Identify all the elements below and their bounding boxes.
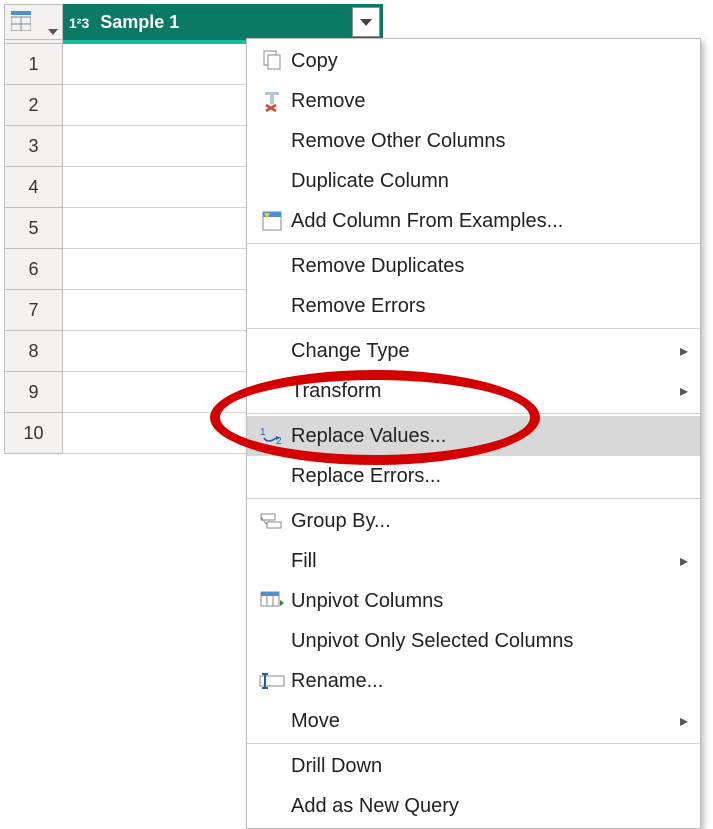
menu-item-label: Duplicate Column: [291, 170, 670, 193]
menu-item-label: Change Type: [291, 340, 670, 363]
menu-item-label: Remove Other Columns: [291, 130, 670, 153]
menu-item-label: Group By...: [291, 510, 670, 533]
row-header[interactable]: 7: [5, 290, 63, 331]
menu-item-duplicate[interactable]: Duplicate Column: [247, 161, 700, 201]
menu-item-fill[interactable]: Fill▸: [247, 541, 700, 581]
row-header[interactable]: 6: [5, 249, 63, 290]
menu-separator: [247, 498, 700, 499]
menu-item-label: Remove Duplicates: [291, 255, 670, 278]
table-icon: [11, 11, 31, 31]
replace-icon: 12: [253, 426, 291, 446]
menu-item-unpivot_sel[interactable]: Unpivot Only Selected Columns: [247, 621, 700, 661]
menu-item-label: Copy: [291, 50, 670, 73]
menu-item-remove_dups[interactable]: Remove Duplicates: [247, 246, 700, 286]
menu-item-drill[interactable]: Drill Down: [247, 746, 700, 786]
svg-text:1: 1: [260, 427, 266, 438]
copy-icon: [253, 50, 291, 72]
menu-separator: [247, 413, 700, 414]
menu-item-replace_errors[interactable]: Replace Errors...: [247, 456, 700, 496]
menu-item-remove_errors[interactable]: Remove Errors: [247, 286, 700, 326]
menu-item-label: Transform: [291, 380, 670, 403]
submenu-arrow-icon: ▸: [670, 551, 688, 571]
row-header[interactable]: 4: [5, 167, 63, 208]
unpivot-icon: [253, 591, 291, 611]
menu-item-transform[interactable]: Transform▸: [247, 371, 700, 411]
row-header[interactable]: 1: [5, 44, 63, 85]
menu-separator: [247, 743, 700, 744]
menu-item-label: Replace Values...: [291, 425, 670, 448]
column-filter-button[interactable]: [352, 7, 380, 37]
menu-item-rename[interactable]: Rename...: [247, 661, 700, 701]
row-header[interactable]: 8: [5, 331, 63, 372]
group-icon: [253, 511, 291, 531]
menu-item-label: Add as New Query: [291, 795, 670, 818]
rename-icon: [253, 673, 291, 689]
menu-item-label: Remove Errors: [291, 295, 670, 318]
menu-item-add_examples[interactable]: Add Column From Examples...: [247, 201, 700, 241]
chevron-down-icon: [360, 19, 372, 26]
column-header-label: Sample 1: [100, 12, 179, 32]
submenu-arrow-icon: ▸: [670, 381, 688, 401]
row-header[interactable]: 10: [5, 413, 63, 454]
column-context-menu: Copy Remove Remove Other Columns Duplicate …: [246, 38, 701, 829]
menu-item-new_query[interactable]: Add as New Query: [247, 786, 700, 826]
menu-item-unpivot[interactable]: Unpivot Columns: [247, 581, 700, 621]
row-header[interactable]: 5: [5, 208, 63, 249]
menu-separator: [247, 328, 700, 329]
menu-item-label: Remove: [291, 90, 670, 113]
row-header[interactable]: 2: [5, 85, 63, 126]
select-all-cell[interactable]: [5, 5, 63, 40]
remove-icon: [253, 90, 291, 112]
menu-item-label: Fill: [291, 550, 670, 573]
menu-item-remove[interactable]: Remove: [247, 81, 700, 121]
menu-item-move[interactable]: Move▸: [247, 701, 700, 741]
menu-item-label: Unpivot Columns: [291, 590, 670, 613]
add-examples-icon: [253, 210, 291, 232]
menu-item-label: Rename...: [291, 670, 670, 693]
menu-item-replace_values[interactable]: 12Replace Values...: [247, 416, 700, 456]
number-type-icon: 1²3: [69, 15, 89, 31]
menu-item-label: Add Column From Examples...: [291, 210, 670, 233]
menu-item-label: Move: [291, 710, 670, 733]
submenu-arrow-icon: ▸: [670, 711, 688, 731]
row-header[interactable]: 9: [5, 372, 63, 413]
column-header-sample1[interactable]: 1²3 Sample 1: [63, 5, 383, 40]
menu-separator: [247, 243, 700, 244]
submenu-arrow-icon: ▸: [670, 341, 688, 361]
menu-item-group_by[interactable]: Group By...: [247, 501, 700, 541]
menu-item-label: Drill Down: [291, 755, 670, 778]
row-header[interactable]: 3: [5, 126, 63, 167]
chevron-down-icon: [48, 29, 58, 35]
menu-item-remove_other[interactable]: Remove Other Columns: [247, 121, 700, 161]
menu-item-change_type[interactable]: Change Type▸: [247, 331, 700, 371]
menu-item-copy[interactable]: Copy: [247, 41, 700, 81]
menu-item-label: Unpivot Only Selected Columns: [291, 630, 670, 653]
menu-item-label: Replace Errors...: [291, 465, 670, 488]
svg-text:2: 2: [276, 436, 282, 446]
